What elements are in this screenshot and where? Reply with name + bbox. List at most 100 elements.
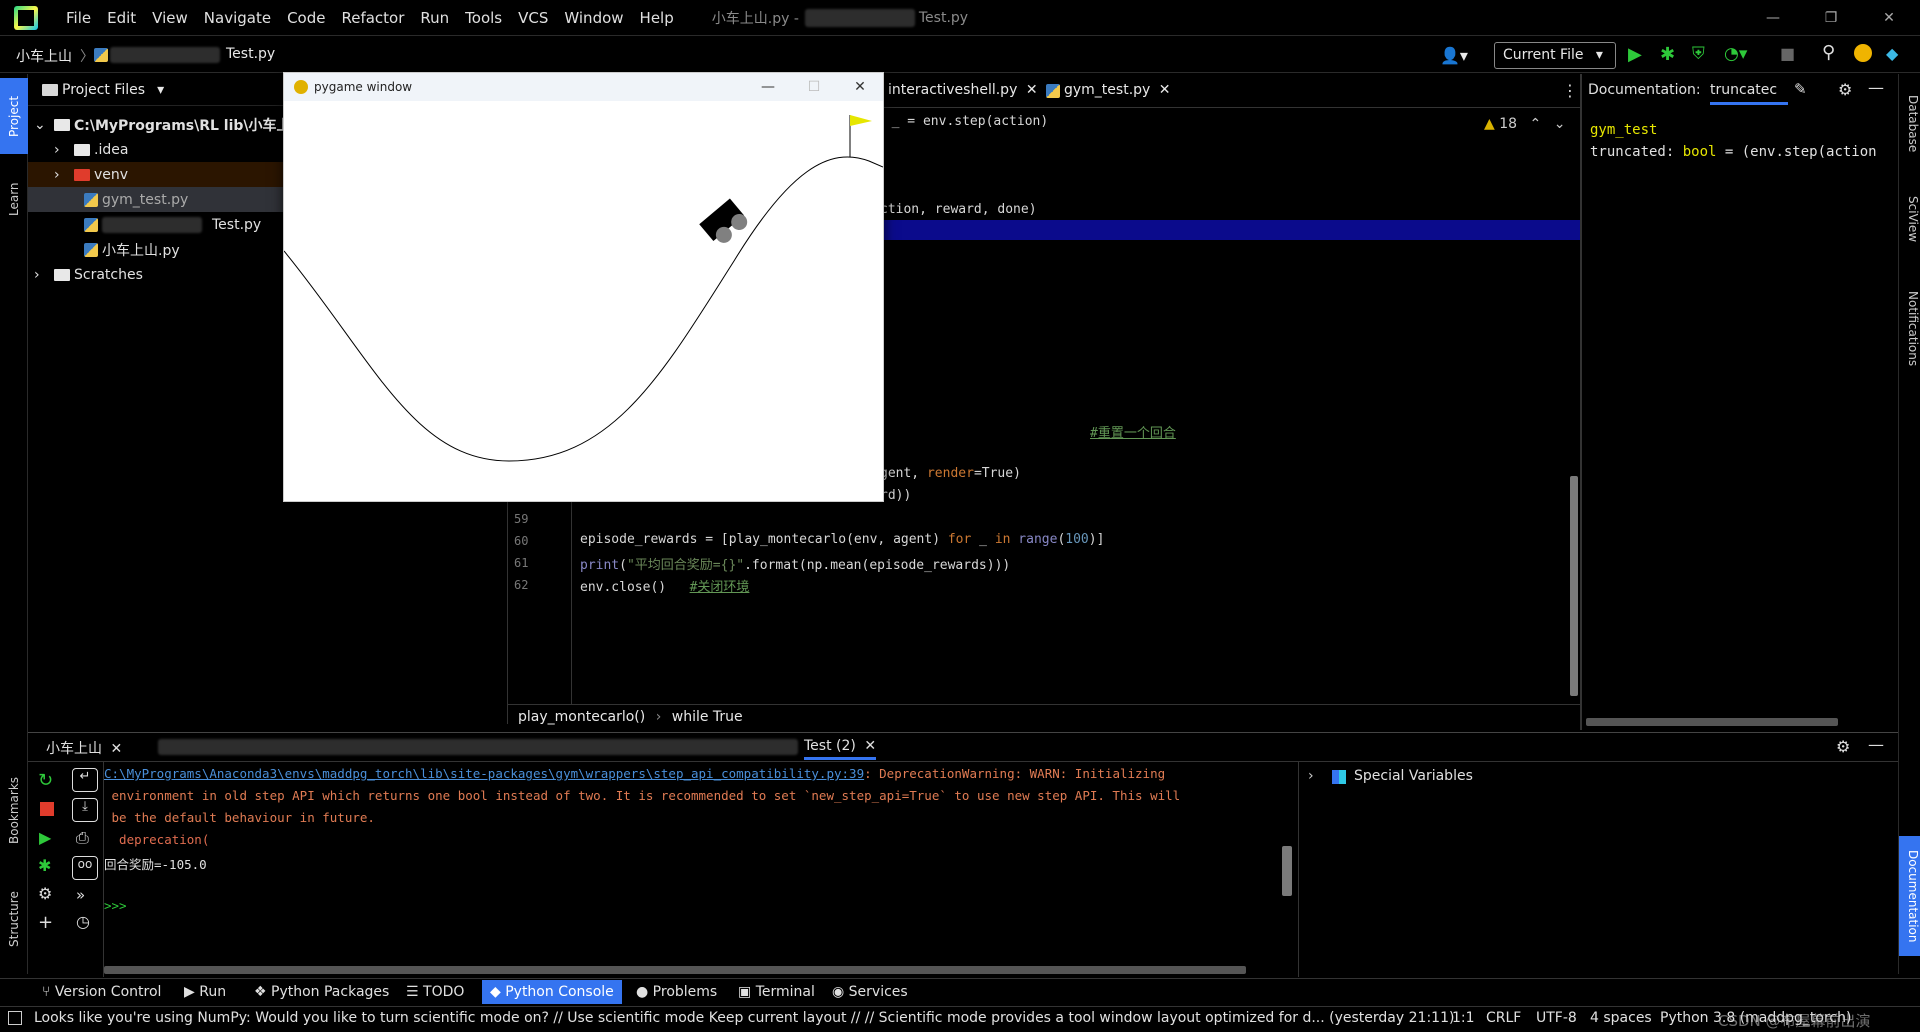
chevron-right-icon[interactable]: › <box>54 142 74 158</box>
tab-problems[interactable]: ● Problems <box>636 984 717 1000</box>
documentation-tab[interactable]: truncatec <box>1710 82 1788 105</box>
console-file-link[interactable]: C:\MyPrograms\Anaconda3\envs\maddpg_torc… <box>104 766 864 781</box>
status-caret-position[interactable]: 1:1 <box>1452 1010 1475 1026</box>
sciview-tool-tab[interactable]: SciView <box>1899 184 1920 254</box>
status-line-separator[interactable]: CRLF <box>1486 1010 1521 1026</box>
editor-scrollbar-thumb[interactable] <box>1570 476 1578 696</box>
menu-view[interactable]: View <box>144 9 196 27</box>
code-breadcrumb-function[interactable]: play_montecarlo() <box>518 709 645 725</box>
learn-tool-tab[interactable]: Learn <box>0 168 28 230</box>
menu-help[interactable]: Help <box>632 9 682 27</box>
menu-refactor[interactable]: Refactor <box>333 9 412 27</box>
pygame-close-button[interactable]: ✕ <box>837 73 883 101</box>
gear-icon[interactable]: ⚙ <box>1838 80 1852 99</box>
warnings-counter[interactable]: ▲ 18 ⌃ ⌄ <box>1484 116 1565 132</box>
documentation-tool-tab[interactable]: Documentation <box>1899 836 1920 956</box>
run-configuration-select[interactable]: Current File ▾ <box>1494 42 1616 69</box>
tab-run[interactable]: ▶ Run <box>184 984 226 1000</box>
project-view-select[interactable]: Project Files <box>62 82 145 98</box>
bookmarks-tool-tab[interactable]: Bookmarks <box>0 764 28 856</box>
console-horizontal-scrollbar[interactable] <box>104 966 1246 974</box>
console-output[interactable]: C:\MyPrograms\Anaconda3\envs\maddpg_torc… <box>104 762 1299 977</box>
chevron-right-icon[interactable]: › <box>34 267 54 283</box>
menu-window[interactable]: Window <box>556 9 631 27</box>
status-message[interactable]: Looks like you're using NumPy: Would you… <box>34 1010 1454 1026</box>
show-variables-icon[interactable]: oo <box>72 856 98 880</box>
tab-interactiveshell[interactable]: interactiveshell.py ✕ <box>888 82 1038 98</box>
hide-icon[interactable]: — <box>1868 78 1884 97</box>
profile-icon[interactable]: ◔▾ <box>1724 44 1747 64</box>
special-variables-label[interactable]: Special Variables <box>1354 768 1473 784</box>
menu-vcs[interactable]: VCS <box>510 9 556 27</box>
print-icon[interactable]: ⎙ <box>76 828 89 848</box>
menu-edit[interactable]: Edit <box>99 9 144 27</box>
tab-terminal[interactable]: ▣ Terminal <box>738 984 815 1000</box>
close-icon[interactable]: ✕ <box>864 738 876 754</box>
structure-tool-tab[interactable]: Structure <box>0 874 28 964</box>
user-icon[interactable]: 👤▾ <box>1440 46 1468 65</box>
pygame-maximize-button[interactable]: ☐ <box>791 73 837 101</box>
close-icon[interactable]: ✕ <box>110 741 122 757</box>
run-icon[interactable]: ▶ <box>1628 44 1642 65</box>
tab-python-packages[interactable]: ❖ Python Packages <box>254 984 389 1000</box>
tab-version-control[interactable]: ⑂ Version Control <box>42 984 161 1000</box>
tab-services[interactable]: ◉ Services <box>832 984 908 1000</box>
chevron-up-icon[interactable]: ⌃ <box>1530 116 1542 132</box>
edit-icon[interactable]: ✎ <box>1794 80 1807 98</box>
menu-run[interactable]: Run <box>412 9 457 27</box>
execute-icon[interactable]: » <box>76 886 85 904</box>
chevron-right-icon[interactable]: › <box>1308 768 1314 784</box>
breadcrumb-file[interactable]: Test.py <box>226 46 275 62</box>
console-prompt[interactable]: >>> <box>104 898 127 913</box>
tab-python-console[interactable]: ◆ Python Console <box>482 980 622 1004</box>
chevron-down-icon[interactable]: ⌄ <box>34 117 54 133</box>
chevron-down-icon[interactable]: ▾ <box>157 82 164 98</box>
scroll-to-end-icon[interactable]: ⤓ <box>72 798 98 822</box>
chevron-right-icon[interactable]: › <box>54 167 74 183</box>
status-toggle-icon[interactable] <box>8 1011 22 1025</box>
tab-todo[interactable]: ☰ TODO <box>406 984 464 1000</box>
close-icon[interactable]: ✕ <box>1026 82 1038 98</box>
stop-icon[interactable] <box>40 802 54 816</box>
notifications-tool-tab[interactable]: Notifications <box>1899 274 1920 384</box>
code-breadcrumb-loop[interactable]: while True <box>672 709 743 725</box>
menu-code[interactable]: Code <box>279 9 333 27</box>
soft-wrap-icon[interactable]: ↵ <box>72 768 98 792</box>
close-icon[interactable]: ✕ <box>1159 82 1171 98</box>
breadcrumb-project[interactable]: 小车上山 <box>16 46 72 66</box>
tab-gym-test[interactable]: gym_test.py ✕ <box>1064 82 1171 98</box>
stop-icon[interactable]: ■ <box>1780 44 1795 63</box>
project-tool-tab[interactable]: Project <box>0 78 28 154</box>
menu-tools[interactable]: Tools <box>457 9 510 27</box>
run-icon[interactable]: ▶ <box>39 828 51 847</box>
console-tab-xiaoche[interactable]: 小车上山 ✕ <box>46 738 122 758</box>
pygame-minimize-button[interactable]: — <box>745 73 791 101</box>
gear-icon[interactable]: ⚙ <box>1836 737 1850 756</box>
hide-icon[interactable]: — <box>1868 735 1884 754</box>
debug-icon[interactable]: ✱ <box>1660 44 1675 65</box>
add-icon[interactable]: + <box>38 912 53 933</box>
plugin-icon[interactable]: ◆ <box>1886 44 1898 63</box>
close-button[interactable]: ✕ <box>1860 0 1918 36</box>
maximize-button[interactable]: ❐ <box>1802 0 1860 36</box>
coverage-icon[interactable]: ⛨ <box>1692 44 1705 64</box>
chevron-down-icon[interactable]: ⌄ <box>1554 116 1566 132</box>
update-icon[interactable] <box>1854 44 1872 62</box>
rerun-icon[interactable]: ↻ <box>38 770 53 791</box>
menu-navigate[interactable]: Navigate <box>196 9 279 27</box>
minimize-button[interactable]: — <box>1744 0 1802 36</box>
more-options-icon[interactable]: ⋮ <box>1562 81 1578 100</box>
database-tool-tab[interactable]: Database <box>1899 84 1920 164</box>
pygame-window[interactable]: pygame window — ☐ ✕ <box>283 72 884 502</box>
console-scrollbar-thumb[interactable] <box>1282 846 1292 896</box>
debug-icon[interactable]: ✱ <box>38 856 51 875</box>
status-encoding[interactable]: UTF-8 <box>1536 1010 1577 1026</box>
search-icon[interactable]: ⚲ <box>1822 42 1835 63</box>
folder-icon <box>54 118 70 131</box>
gear-icon[interactable]: ⚙ <box>38 884 52 903</box>
status-indent[interactable]: 4 spaces <box>1590 1010 1652 1026</box>
doc-horizontal-scrollbar[interactable] <box>1586 718 1838 726</box>
menu-file[interactable]: File <box>58 9 99 27</box>
console-tab-test2[interactable]: Test (2) ✕ <box>804 738 877 760</box>
history-icon[interactable]: ◷ <box>76 912 90 931</box>
